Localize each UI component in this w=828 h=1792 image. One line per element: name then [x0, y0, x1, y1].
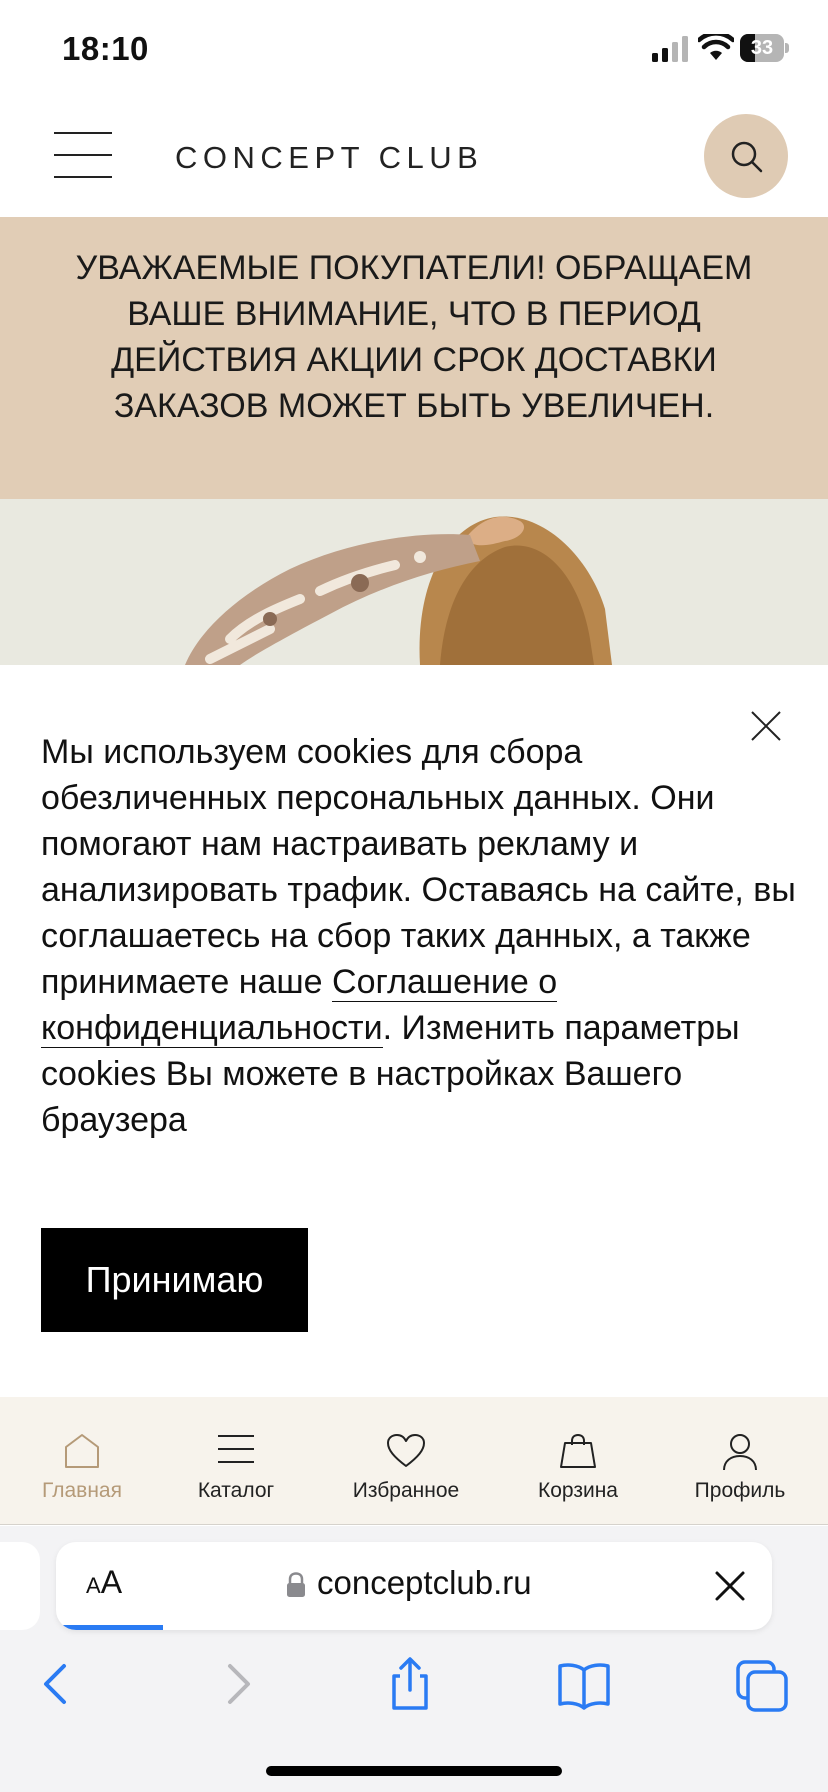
nav-label-cart: Корзина [538, 1479, 618, 1502]
cookie-banner: Мы используем cookies для сбора обезличе… [0, 665, 828, 1397]
nav-item-cart[interactable]: Корзина [518, 1397, 638, 1525]
tabs-icon[interactable] [732, 1654, 792, 1714]
previous-tab-preview[interactable] [0, 1542, 40, 1630]
share-icon[interactable] [380, 1654, 440, 1714]
nav-item-favorites[interactable]: Избранное [336, 1397, 476, 1525]
nav-item-catalog[interactable]: Каталог [176, 1397, 296, 1525]
profile-icon [723, 1434, 757, 1471]
back-icon[interactable] [28, 1654, 88, 1714]
home-icon [65, 1434, 99, 1468]
nav-item-profile[interactable]: Профиль [680, 1397, 800, 1525]
catalog-icon [218, 1435, 254, 1463]
search-icon [731, 141, 763, 173]
bottom-navigation: Главная Каталог Избранное Корзина Профил… [0, 1397, 828, 1525]
accept-cookies-button[interactable]: Принимаю [41, 1228, 308, 1332]
home-indicator[interactable] [266, 1766, 562, 1776]
cellular-signal-icon [652, 36, 688, 62]
nav-label-home: Главная [42, 1479, 122, 1502]
heart-icon [387, 1434, 425, 1467]
page-load-progress [56, 1625, 164, 1630]
site-header: CONCEPT CLUB [0, 100, 828, 217]
url-text: conceptclub.ru [317, 1564, 532, 1601]
nav-label-catalog: Каталог [197, 1479, 275, 1502]
notice-text: УВАЖАЕМЫЕ ПОКУПАТЕЛИ! ОБРАЩАЕМ ВАШЕ ВНИМ… [75, 249, 753, 425]
browser-toolbar: AA conceptclub.ru [0, 1526, 828, 1792]
wifi-icon [698, 34, 734, 60]
cookie-text: Мы используем cookies для сбора обезличе… [41, 729, 801, 1143]
hero-image[interactable] [0, 499, 828, 665]
nav-label-favorites: Избранное [352, 1479, 460, 1502]
battery-indicator: 33 [740, 34, 789, 62]
site-logo[interactable]: CONCEPT CLUB [175, 140, 483, 176]
bookmarks-icon[interactable] [554, 1654, 614, 1714]
address-bar[interactable]: AA conceptclub.ru [56, 1542, 772, 1630]
text-size-button[interactable]: AA [86, 1564, 122, 1601]
status-bar: 18:10 33 [0, 0, 828, 100]
nav-label-profile: Профиль [694, 1479, 786, 1502]
hamburger-menu-icon[interactable] [54, 132, 112, 178]
delivery-notice: УВАЖАЕМЫЕ ПОКУПАТЕЛИ! ОБРАЩАЕМ ВАШЕ ВНИМ… [0, 217, 828, 499]
search-button[interactable] [704, 114, 788, 198]
stop-loading-icon[interactable] [714, 1570, 746, 1602]
battery-level: 33 [750, 37, 774, 59]
model-photo [0, 499, 828, 665]
lock-icon [287, 1572, 305, 1597]
nav-item-home[interactable]: Главная [22, 1397, 142, 1525]
forward-icon[interactable] [206, 1654, 266, 1714]
bag-icon [560, 1433, 596, 1468]
cookie-text-start: Мы используем cookies для сбора обезличе… [41, 733, 796, 1001]
status-time: 18:10 [62, 30, 149, 67]
